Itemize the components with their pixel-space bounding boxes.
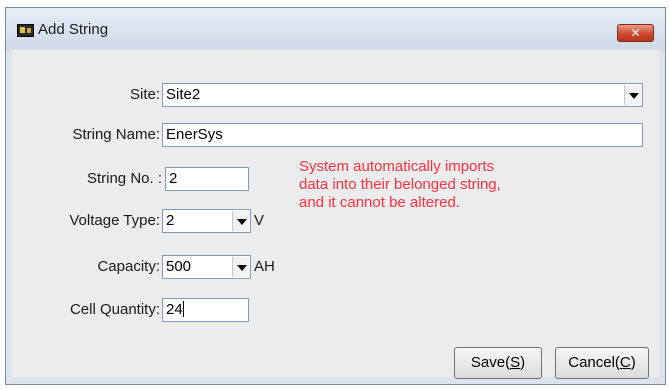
string-no-value: 2: [169, 170, 178, 187]
voltage-type-label: Voltage Type:: [69, 212, 160, 229]
site-select[interactable]: Site2: [162, 83, 643, 107]
string-no-label: String No. :: [86, 170, 162, 187]
capacity-label: Capacity:: [97, 258, 160, 275]
string-name-value: EnerSys: [166, 126, 223, 143]
capacity-dropdown-arrow-icon[interactable]: [232, 257, 249, 277]
site-dropdown-arrow-icon[interactable]: [624, 85, 641, 105]
string-no-input[interactable]: 2: [165, 167, 249, 191]
voltage-unit: V: [254, 212, 265, 229]
cancel-label: Cancel(: [568, 354, 620, 371]
add-string-dialog: Add String ✕ Site: Site2 String Name: En…: [5, 7, 666, 385]
capacity-unit: AH: [254, 258, 275, 275]
voltage-type-value: 2: [166, 212, 175, 229]
string-name-input[interactable]: EnerSys: [162, 123, 643, 147]
cell-quantity-label: Cell Quantity:: [69, 301, 160, 318]
cancel-button[interactable]: Cancel(C): [555, 347, 649, 379]
window-title: Add String: [38, 21, 109, 38]
site-value: Site2: [166, 86, 201, 103]
dialog-body: Site: Site2 String Name: EnerSys String …: [12, 50, 659, 379]
capacity-value: 500: [166, 258, 192, 275]
note-line-1: System automatically imports: [299, 158, 495, 175]
cancel-mnemonic: C: [619, 354, 631, 371]
text-cursor: [182, 301, 184, 317]
save-mnemonic: S: [510, 354, 521, 371]
capacity-select[interactable]: 500: [162, 255, 251, 279]
voltage-type-select[interactable]: 2: [162, 209, 251, 233]
note-line-3: and it cannot be altered.: [299, 194, 460, 211]
save-label: Save(: [470, 354, 511, 371]
import-note: System automatically imports data into t…: [299, 158, 569, 212]
note-line-2: data into their belonged string,: [299, 176, 501, 193]
save-suffix: ): [520, 354, 526, 371]
app-icon: [17, 24, 34, 37]
cancel-suffix: ): [630, 354, 636, 371]
voltage-dropdown-arrow-icon[interactable]: [232, 211, 249, 231]
save-button[interactable]: Save(S): [454, 347, 542, 379]
title-bar: Add String ✕: [6, 8, 665, 50]
cell-quantity-value: 24: [166, 301, 183, 318]
site-label: Site:: [129, 86, 160, 103]
close-button[interactable]: ✕: [617, 24, 654, 42]
cell-quantity-input[interactable]: 24: [162, 298, 249, 322]
string-name-label: String Name:: [72, 126, 160, 143]
